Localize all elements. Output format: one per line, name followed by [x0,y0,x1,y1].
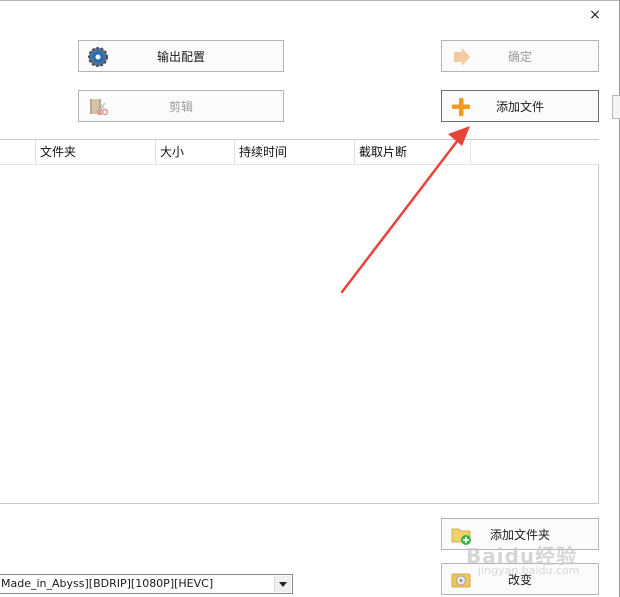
file-list-header: 文件夹 大小 持续时间 截取片断 [0,140,599,165]
close-button[interactable]: × [584,4,606,26]
column-divider[interactable] [470,140,471,163]
file-list[interactable]: 文件夹 大小 持续时间 截取片断 [0,139,599,504]
plus-icon [452,98,470,116]
window-top-border [0,0,620,1]
output-config-label: 输出配置 [156,49,205,64]
column-header-duration[interactable]: 持续时间 [235,140,355,164]
column-header-clip-segment[interactable]: 截取片断 [355,140,471,164]
arrow-right-icon [454,48,470,66]
chevron-down-icon[interactable] [274,576,291,592]
film-scissors-icon [90,99,109,116]
gear-icon [88,47,108,67]
dialog-window: × 输出配置 确定 剪辑 添加文件 文件夹 大小 持续时间 截取片断 添加文件夹… [0,0,620,597]
output-profile-value: Made_in_Abyss][BDRIP][1080P][HEVC] [1,577,214,590]
column-header-folder[interactable]: 文件夹 [36,140,156,164]
clip-button[interactable]: 剪辑 [78,90,284,122]
folder-disc-icon [451,573,471,588]
column-header-name[interactable] [0,140,35,164]
output-profile-select[interactable]: Made_in_Abyss][BDRIP][1080P][HEVC] [0,574,293,594]
output-config-button[interactable]: 输出配置 [78,40,284,72]
baidu-watermark-url: jingyan.baidu.com [478,564,580,577]
clip-label: 剪辑 [168,99,193,114]
add-file-button[interactable]: 添加文件 [441,90,599,122]
partial-offscreen-button[interactable] [612,95,620,119]
ok-button[interactable]: 确定 [441,40,599,72]
column-header-size[interactable]: 大小 [156,140,234,164]
